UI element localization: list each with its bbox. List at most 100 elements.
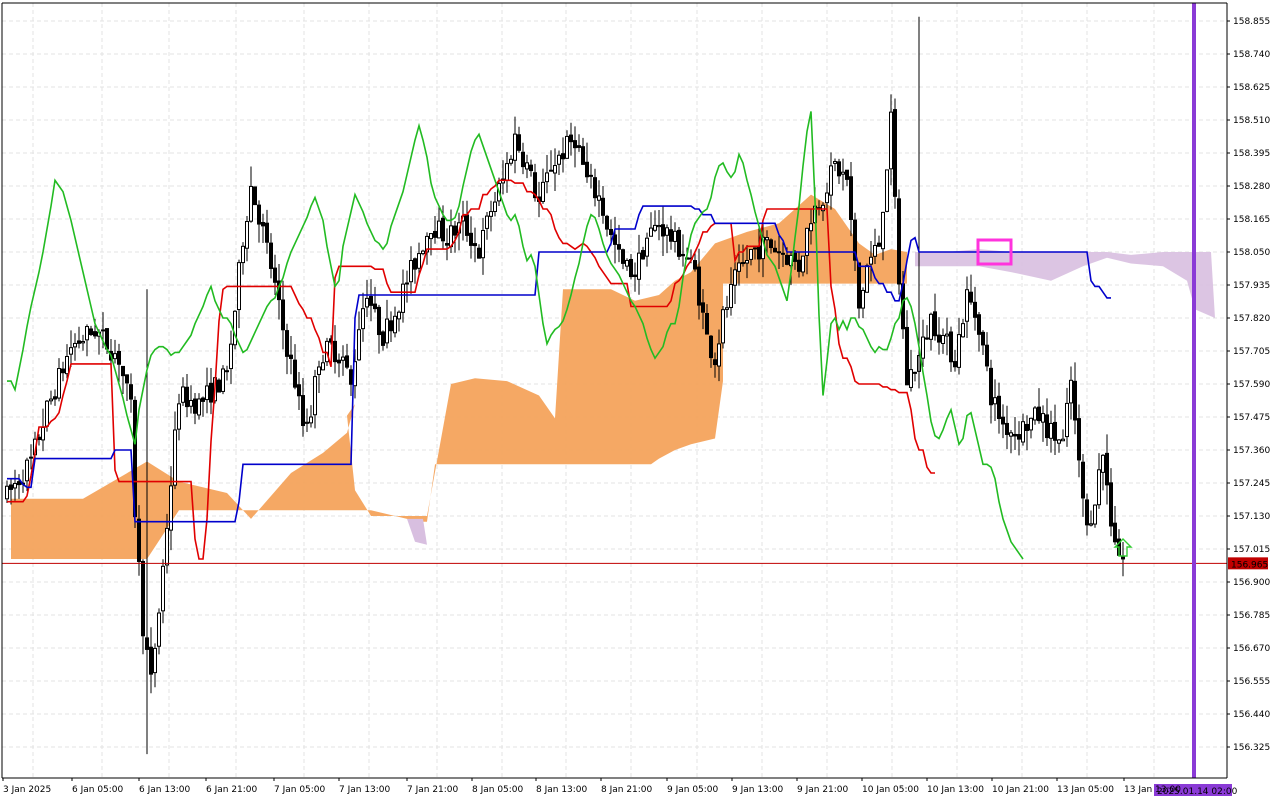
y-tick-label: 158.165 xyxy=(1233,215,1270,225)
candle-bear xyxy=(973,301,977,318)
y-tick-label: 156.785 xyxy=(1233,611,1270,621)
candle-bull xyxy=(505,163,509,181)
y-tick-label: 156.555 xyxy=(1233,677,1270,687)
candle-bear xyxy=(521,151,525,168)
candle-bull xyxy=(825,192,829,204)
x-tick-label: 10 Jan 13:00 xyxy=(927,785,984,795)
candle-bear xyxy=(125,374,129,384)
x-tick-label: 8 Jan 21:00 xyxy=(601,785,653,795)
candle-bull xyxy=(1009,432,1013,437)
x-tick-label: 10 Jan 21:00 xyxy=(992,785,1049,795)
candle-bear xyxy=(985,344,989,367)
candle-bear xyxy=(349,369,353,385)
candle-bull xyxy=(29,456,33,459)
candle-bear xyxy=(753,247,757,250)
candle-bear xyxy=(389,320,393,332)
candle-bull xyxy=(525,162,529,170)
candle-bull xyxy=(993,397,997,405)
x-tick-label: 7 Jan 21:00 xyxy=(407,785,459,795)
candle-bear xyxy=(293,359,297,388)
candle-bear xyxy=(1053,421,1057,441)
candle-bear xyxy=(301,395,305,426)
candle-bear xyxy=(257,204,261,225)
candle-bear xyxy=(433,230,437,238)
x-tick-label: 3 Jan 2025 xyxy=(3,785,51,795)
candle-bull xyxy=(637,252,641,280)
candle-bull xyxy=(161,565,165,612)
candle-bear xyxy=(681,253,685,257)
candle-bull xyxy=(357,329,361,361)
y-tick-label: 158.740 xyxy=(1233,50,1270,60)
candle-bear xyxy=(661,224,665,237)
candle-bull xyxy=(733,269,737,286)
candle-bull xyxy=(397,311,401,320)
x-tick-label: 9 Jan 05:00 xyxy=(667,785,719,795)
candle-bull xyxy=(945,333,949,337)
candle-bear xyxy=(641,250,645,260)
price-chart[interactable]: 156.9652025.01.14 02:00 158.855158.74015… xyxy=(0,0,1280,800)
candle-bull xyxy=(1093,504,1097,525)
candle-bull xyxy=(885,169,889,212)
candle-bear xyxy=(937,334,941,343)
candle-bear xyxy=(297,384,301,397)
candle-bear xyxy=(477,247,481,259)
candle-bull xyxy=(197,398,201,416)
candle-bull xyxy=(881,211,885,250)
candle-bear xyxy=(269,242,273,269)
candle-bear xyxy=(877,242,881,247)
candle-bear xyxy=(549,169,553,172)
candle-bear xyxy=(17,481,21,486)
candle-bear xyxy=(669,229,673,242)
candle-bull xyxy=(865,265,869,293)
candle-bull xyxy=(321,362,325,371)
candle-bear xyxy=(149,646,153,675)
candle-bear xyxy=(273,267,277,283)
y-tick-label: 157.015 xyxy=(1233,545,1270,555)
candle-bear xyxy=(797,259,801,272)
candle-bear xyxy=(773,247,777,253)
candle-bear xyxy=(1025,423,1029,431)
candle-bull xyxy=(1057,439,1061,444)
candle-bull xyxy=(189,399,193,407)
candle-bear xyxy=(617,244,621,250)
candle-bull xyxy=(241,245,245,264)
candle-bull xyxy=(941,334,945,344)
candle-bull xyxy=(361,308,365,330)
candle-bear xyxy=(193,398,197,414)
candle-bear xyxy=(281,299,285,331)
candle-bear xyxy=(893,109,897,197)
candle-bear xyxy=(1073,380,1077,421)
candle-bull xyxy=(1069,379,1073,404)
candle-bear xyxy=(697,266,701,306)
candle-bull xyxy=(309,416,313,424)
y-tick-label: 157.360 xyxy=(1233,446,1270,456)
candle-bull xyxy=(1061,438,1065,442)
candle-bear xyxy=(613,234,617,245)
candle-bear xyxy=(581,146,585,165)
candle-bull xyxy=(49,398,53,402)
candle-bull xyxy=(365,297,369,308)
candle-bull xyxy=(649,227,653,237)
candle-bull xyxy=(1041,413,1045,423)
candle-bull xyxy=(317,366,321,375)
candle-bull xyxy=(745,260,749,264)
candle-bull xyxy=(809,223,813,232)
current-price-label: 156.965 xyxy=(1231,560,1268,570)
candle-bear xyxy=(949,331,953,363)
y-tick-label: 157.935 xyxy=(1233,281,1270,291)
candle-bear xyxy=(1121,556,1125,560)
candle-bear xyxy=(333,340,337,363)
candle-bull xyxy=(749,248,753,260)
candle-bull xyxy=(929,313,933,340)
candle-bear xyxy=(121,365,125,377)
candle-bull xyxy=(965,289,969,322)
candle-bear xyxy=(837,161,841,177)
candle-bear xyxy=(377,306,381,336)
candle-bear xyxy=(129,384,133,400)
candle-bear xyxy=(405,282,409,285)
y-tick-label: 156.670 xyxy=(1233,644,1270,654)
candle-bull xyxy=(417,253,421,269)
x-tick-label: 8 Jan 13:00 xyxy=(536,785,588,795)
candle-bear xyxy=(977,314,981,335)
candle-bull xyxy=(1049,422,1053,439)
